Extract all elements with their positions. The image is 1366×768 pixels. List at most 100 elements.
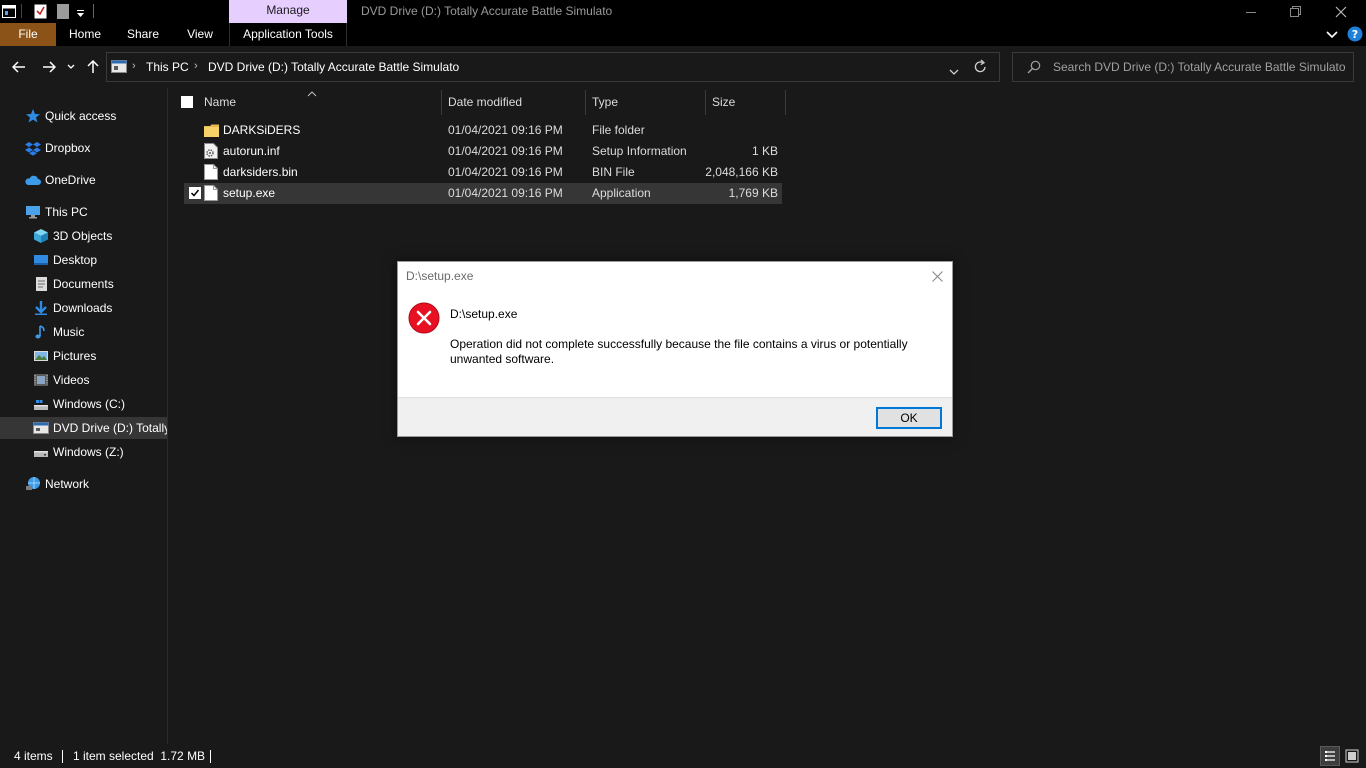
close-button[interactable] <box>1318 0 1364 23</box>
sidebar-item-this-pc[interactable]: This PC <box>0 201 167 223</box>
address-history-button[interactable] <box>949 64 959 78</box>
file-date: 01/04/2021 09:16 PM <box>448 123 563 137</box>
dropbox-icon <box>25 140 41 156</box>
refresh-icon <box>974 59 986 73</box>
large-icons-view-icon <box>1345 749 1359 763</box>
sidebar-item-downloads[interactable]: Downloads <box>0 297 167 319</box>
computer-icon <box>25 204 41 220</box>
close-icon <box>931 270 943 282</box>
cube-icon <box>33 228 49 244</box>
new-folder-icon[interactable] <box>57 4 69 22</box>
explorer-window-icon[interactable] <box>2 5 16 21</box>
sidebar-item-3d-objects[interactable]: 3D Objects <box>0 225 167 247</box>
file-name: DARKSiDERS <box>223 123 301 137</box>
up-button[interactable] <box>82 56 104 78</box>
manage-context-tab[interactable]: Manage <box>229 0 347 23</box>
table-row[interactable]: autorun.inf 01/04/2021 09:16 PM Setup In… <box>184 141 782 162</box>
properties-icon[interactable] <box>34 4 47 22</box>
tab-home[interactable]: Home <box>62 23 108 46</box>
large-icons-view-button[interactable] <box>1344 748 1360 767</box>
expand-ribbon-button[interactable] <box>1326 29 1338 43</box>
sidebar-item-onedrive[interactable]: OneDrive <box>0 169 167 191</box>
column-header-date-modified[interactable]: Date modified <box>448 88 522 116</box>
breadcrumb-separator[interactable]: › <box>132 53 136 81</box>
refresh-button[interactable] <box>973 59 988 77</box>
column-divider[interactable] <box>705 90 706 115</box>
address-bar[interactable]: › This PC › DVD Drive (D:) Totally Accur… <box>106 52 1000 82</box>
sidebar-item-dropbox[interactable]: Dropbox <box>0 137 167 159</box>
sidebar-item-documents[interactable]: Documents <box>0 273 167 295</box>
help-button[interactable]: ? <box>1347 26 1363 45</box>
minimize-button[interactable] <box>1228 0 1274 23</box>
row-checkbox[interactable] <box>189 187 201 199</box>
sidebar-item-windows-c[interactable]: Windows (C:) <box>0 393 167 415</box>
table-row[interactable]: setup.exe 01/04/2021 09:16 PM Applicatio… <box>184 183 782 204</box>
select-all-checkbox[interactable] <box>181 96 193 108</box>
customize-toolbar-icon[interactable] <box>76 7 85 21</box>
sidebar-item-videos[interactable]: Videos <box>0 369 167 391</box>
drive-icon <box>33 396 49 412</box>
file-type: Application <box>592 186 651 200</box>
dialog-close-button[interactable] <box>922 262 952 290</box>
toolbar-divider <box>93 4 94 18</box>
sidebar-item-network[interactable]: Network <box>0 473 167 495</box>
column-divider[interactable] <box>585 90 586 115</box>
file-date: 01/04/2021 09:16 PM <box>448 144 563 158</box>
tab-file[interactable]: File <box>0 23 56 46</box>
cloud-icon <box>25 172 41 188</box>
ribbon-tab-bar: File Home Share View Application Tools ? <box>0 23 1366 46</box>
restore-icon <box>1289 6 1301 17</box>
status-divider <box>210 750 211 763</box>
dvd-drive-icon <box>33 420 49 436</box>
error-icon <box>408 302 440 334</box>
ok-button[interactable]: OK <box>876 407 942 429</box>
window-title: DVD Drive (D:) Totally Accurate Battle S… <box>361 4 613 18</box>
selection-info: 1 item selected 1.72 MB <box>73 749 206 763</box>
sidebar-item-quick-access[interactable]: Quick access <box>0 105 167 127</box>
forward-button[interactable] <box>38 56 60 78</box>
sidebar-item-dvd-drive[interactable]: DVD Drive (D:) Totally <box>0 417 167 439</box>
file-name: setup.exe <box>223 186 276 200</box>
column-divider[interactable] <box>441 90 442 115</box>
dialog-heading: D:\setup.exe <box>450 307 518 321</box>
search-input[interactable]: Search DVD Drive (D:) Totally Accurate B… <box>1053 53 1346 81</box>
tab-view[interactable]: View <box>178 23 222 46</box>
music-icon <box>33 324 49 340</box>
tab-share[interactable]: Share <box>120 23 166 46</box>
file-type: File folder <box>592 123 645 137</box>
sidebar-item-pictures[interactable]: Pictures <box>0 345 167 367</box>
column-divider[interactable] <box>785 90 786 115</box>
breadcrumb-separator[interactable]: › <box>194 53 198 81</box>
desktop-icon <box>33 252 49 268</box>
column-header-name[interactable]: Name <box>204 88 236 116</box>
column-header-type[interactable]: Type <box>592 88 618 116</box>
checkmark-icon <box>190 189 200 197</box>
title-bar: Manage DVD Drive (D:) Totally Accurate B… <box>0 0 1366 23</box>
breadcrumb-this-pc[interactable]: This PC <box>146 53 189 81</box>
restore-button[interactable] <box>1272 0 1318 23</box>
sidebar-item-desktop[interactable]: Desktop <box>0 249 167 271</box>
column-header-size[interactable]: Size <box>712 88 735 116</box>
item-count: 4 items <box>14 749 53 763</box>
table-row[interactable]: darksiders.bin 01/04/2021 09:16 PM BIN F… <box>184 162 782 183</box>
video-icon <box>33 372 49 388</box>
back-button[interactable] <box>8 56 30 78</box>
tab-application-tools[interactable]: Application Tools <box>229 23 347 46</box>
file-icon <box>204 164 218 183</box>
sidebar-item-music[interactable]: Music <box>0 321 167 343</box>
breadcrumb-current-folder[interactable]: DVD Drive (D:) Totally Accurate Battle S… <box>208 53 459 81</box>
table-row[interactable]: DARKSiDERS 01/04/2021 09:16 PM File fold… <box>184 120 782 141</box>
help-icon: ? <box>1347 26 1363 42</box>
dvd-drive-icon <box>111 60 127 76</box>
details-view-icon <box>1325 751 1335 761</box>
search-box[interactable]: Search DVD Drive (D:) Totally Accurate B… <box>1012 52 1354 82</box>
status-divider <box>62 750 63 763</box>
status-bar: 4 items 1 item selected 1.72 MB <box>0 744 1366 768</box>
download-icon <box>33 300 49 316</box>
picture-icon <box>33 348 49 364</box>
details-view-button[interactable] <box>1320 746 1340 766</box>
recent-locations-button[interactable] <box>62 56 80 78</box>
file-name: darksiders.bin <box>223 165 298 179</box>
sidebar-item-windows-z[interactable]: Windows (Z:) <box>0 441 167 463</box>
arrow-left-icon <box>12 61 25 73</box>
